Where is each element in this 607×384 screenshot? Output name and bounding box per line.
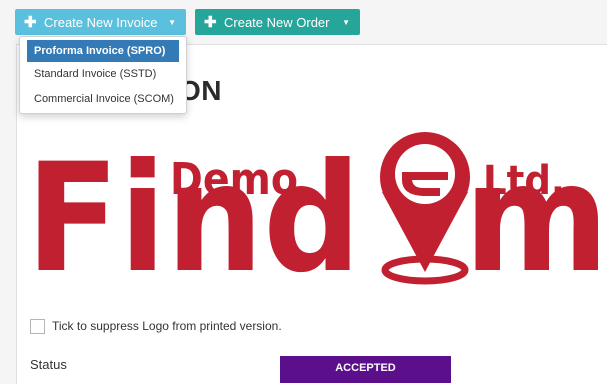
invoice-type-menu: Proforma Invoice (SPRO) Standard Invoice…: [19, 36, 187, 114]
caret-down-icon: ▼: [342, 17, 350, 27]
status-badge: ACCEPTED: [280, 356, 451, 383]
menu-item-proforma-invoice[interactable]: Proforma Invoice (SPRO): [27, 40, 179, 62]
suppress-logo-label: Tick to suppress Logo from printed versi…: [52, 319, 282, 333]
logo-word-end: m: [464, 132, 607, 300]
company-logo: Find Demo Ltd. m: [26, 122, 607, 306]
suppress-logo-checkbox[interactable]: [30, 319, 45, 334]
caret-down-icon: ▼: [168, 17, 176, 27]
plus-icon: ✚: [204, 13, 217, 31]
menu-item-standard-invoice[interactable]: Standard Invoice (SSTD): [27, 63, 179, 85]
create-invoice-label: Create New Invoice: [44, 14, 158, 30]
create-invoice-button[interactable]: ✚ Create New Invoice ▼: [15, 9, 186, 35]
logo-word-demo: Demo: [170, 154, 298, 205]
map-pin-icon: [380, 132, 470, 285]
create-order-button[interactable]: ✚ Create New Order ▼: [195, 9, 360, 35]
plus-icon: ✚: [24, 13, 37, 31]
status-label: Status: [30, 357, 67, 372]
create-order-label: Create New Order: [224, 14, 330, 30]
menu-item-commercial-invoice[interactable]: Commercial Invoice (SCOM): [27, 88, 179, 110]
